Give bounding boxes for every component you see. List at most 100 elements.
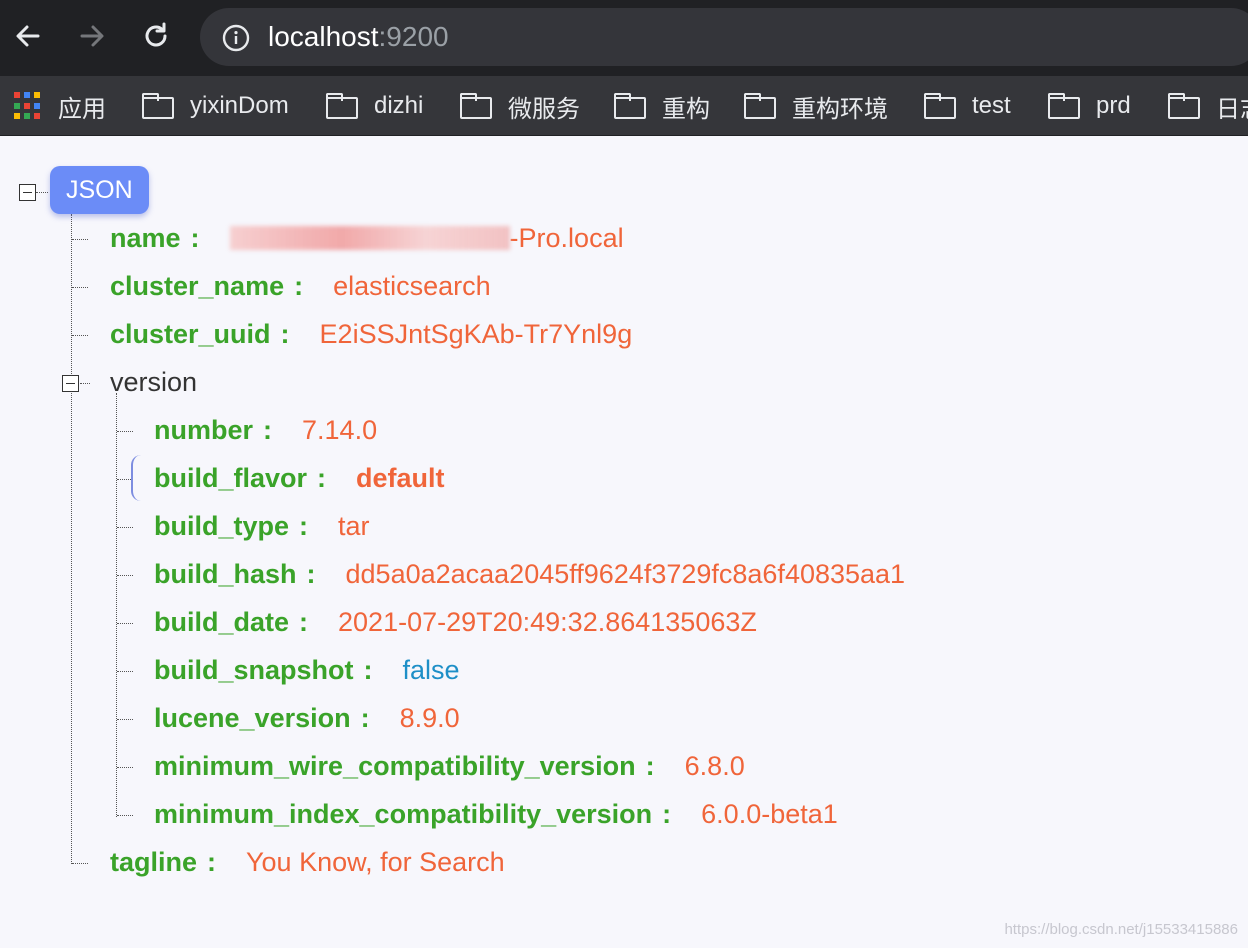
back-button[interactable]	[10, 18, 46, 54]
json-key: minimum_index_compatibility_version	[154, 799, 653, 829]
json-value: tar	[338, 511, 370, 541]
json-key: lucene_version	[154, 703, 351, 733]
json-value: 6.8.0	[684, 751, 745, 781]
folder-icon	[460, 93, 492, 119]
collapse-root-toggle[interactable]	[19, 184, 36, 201]
browser-toolbar: localhost:9200	[0, 0, 1248, 76]
json-separator: :	[190, 223, 200, 253]
tree-line	[72, 863, 88, 864]
json-separator: :	[363, 655, 373, 685]
bookmark-apps[interactable]: 应用	[14, 84, 106, 128]
json-key: tagline	[110, 847, 198, 877]
url-text[interactable]: localhost:9200	[268, 20, 449, 54]
json-value: default	[356, 463, 445, 493]
json-key: build_flavor	[154, 463, 308, 493]
bookmark-folder-refactor-env[interactable]: 重构环境	[744, 84, 888, 128]
json-value: 2021-07-29T20:49:32.864135063Z	[338, 607, 757, 637]
tree-line	[117, 719, 133, 720]
json-row-cluster-name[interactable]: cluster_name : elasticsearch	[110, 269, 491, 303]
json-node-version[interactable]: version	[110, 365, 197, 399]
json-value: You Know, for Search	[246, 847, 505, 877]
json-key: build_date	[154, 607, 290, 637]
folder-icon	[1048, 93, 1080, 119]
bookmark-label: dizhi	[374, 92, 424, 119]
json-separator: :	[317, 463, 327, 493]
url-host: localhost	[268, 21, 379, 52]
json-row-build-snapshot[interactable]: build_snapshot : false	[154, 653, 460, 687]
json-value: 7.14.0	[302, 415, 378, 445]
json-key: build_type	[154, 511, 290, 541]
json-separator: :	[294, 271, 304, 301]
json-value: 8.9.0	[399, 703, 460, 733]
json-row-cluster-uuid[interactable]: cluster_uuid : E2iSSJntSgKAb-Tr7Ynl9g	[110, 317, 632, 351]
bookmark-folder-yixindom[interactable]: yixinDom	[142, 84, 289, 128]
watermark: https://blog.csdn.net/j15533415886	[1004, 921, 1238, 938]
json-root-badge[interactable]: JSON	[50, 166, 149, 214]
json-row-tagline[interactable]: tagline : You Know, for Search	[110, 845, 505, 879]
tree-line	[72, 335, 88, 336]
reload-button[interactable]	[138, 18, 174, 54]
json-row-min-wire-compat[interactable]: minimum_wire_compatibility_version : 6.8…	[154, 749, 745, 783]
address-bar[interactable]: localhost:9200	[200, 8, 1248, 66]
bookmark-folder-dizhi[interactable]: dizhi	[326, 84, 423, 128]
json-row-build-type[interactable]: build_type : tar	[154, 509, 370, 543]
folder-icon	[614, 93, 646, 119]
tree-line	[72, 239, 88, 240]
row-focus-indicator	[131, 455, 141, 501]
apps-grid-icon	[14, 92, 42, 120]
bookmark-label: 重构	[662, 95, 710, 123]
info-icon[interactable]	[222, 24, 250, 52]
json-separator: :	[299, 511, 309, 541]
json-value: false	[402, 655, 460, 685]
json-separator: :	[207, 847, 217, 877]
json-row-build-date[interactable]: build_date : 2021-07-29T20:49:32.8641350…	[154, 605, 757, 639]
bookmark-folder-prd[interactable]: prd	[1048, 84, 1131, 128]
json-key: cluster_name	[110, 271, 285, 301]
tree-line	[117, 767, 133, 768]
url-port: :9200	[378, 21, 449, 52]
json-separator: :	[263, 415, 273, 445]
json-value: dd5a0a2acaa2045ff9624f3729fc8a6f40835aa1	[345, 559, 906, 589]
tree-line	[117, 575, 133, 576]
bookmark-label: 重构环境	[792, 95, 888, 123]
tree-line	[80, 383, 90, 384]
collapse-version-toggle[interactable]	[62, 375, 79, 392]
redacted-value	[229, 226, 510, 250]
json-key: build_hash	[154, 559, 297, 589]
json-value: -Pro.local	[509, 223, 624, 253]
json-key: build_snapshot	[154, 655, 354, 685]
folder-icon	[744, 93, 776, 119]
bookmark-folder-refactor[interactable]: 重构	[614, 84, 710, 128]
bookmarks-bar: 应用 yixinDom dizhi 微服务 重构 重构环境 test prd 日…	[0, 76, 1248, 136]
forward-button[interactable]	[74, 18, 110, 54]
json-key: name	[110, 223, 181, 253]
tree-line	[72, 287, 88, 288]
tree-line	[36, 192, 48, 193]
json-row-number[interactable]: number : 7.14.0	[154, 413, 377, 447]
folder-icon	[326, 93, 358, 119]
tree-line	[117, 671, 133, 672]
tree-line	[117, 431, 133, 432]
json-row-min-index-compat[interactable]: minimum_index_compatibility_version : 6.…	[154, 797, 838, 831]
json-row-name[interactable]: name : -Pro.local	[110, 221, 624, 255]
json-row-lucene-version[interactable]: lucene_version : 8.9.0	[154, 701, 460, 735]
reload-icon	[145, 22, 167, 47]
arrow-right-icon	[80, 25, 104, 47]
bookmark-label: 微服务	[508, 95, 580, 123]
bookmark-label: yixinDom	[190, 92, 289, 119]
arrow-left-icon	[16, 25, 40, 47]
json-key: cluster_uuid	[110, 319, 271, 349]
json-viewer: JSON name : -Pro.local cluster_name : el…	[0, 137, 1248, 948]
json-separator: :	[306, 559, 316, 589]
bookmark-label: prd	[1096, 92, 1131, 119]
json-row-build-hash[interactable]: build_hash : dd5a0a2acaa2045ff9624f3729f…	[154, 557, 905, 591]
bookmark-label: test	[972, 92, 1011, 119]
json-node-label: version	[110, 367, 198, 397]
tree-line	[117, 815, 133, 816]
json-row-build-flavor[interactable]: build_flavor : default	[154, 461, 445, 495]
bookmark-folder-test[interactable]: test	[924, 84, 1011, 128]
bookmark-label: 应用	[58, 95, 106, 123]
json-separator: :	[662, 799, 672, 829]
bookmark-folder-logs[interactable]: 日志	[1168, 84, 1248, 128]
bookmark-folder-microservice[interactable]: 微服务	[460, 84, 580, 128]
